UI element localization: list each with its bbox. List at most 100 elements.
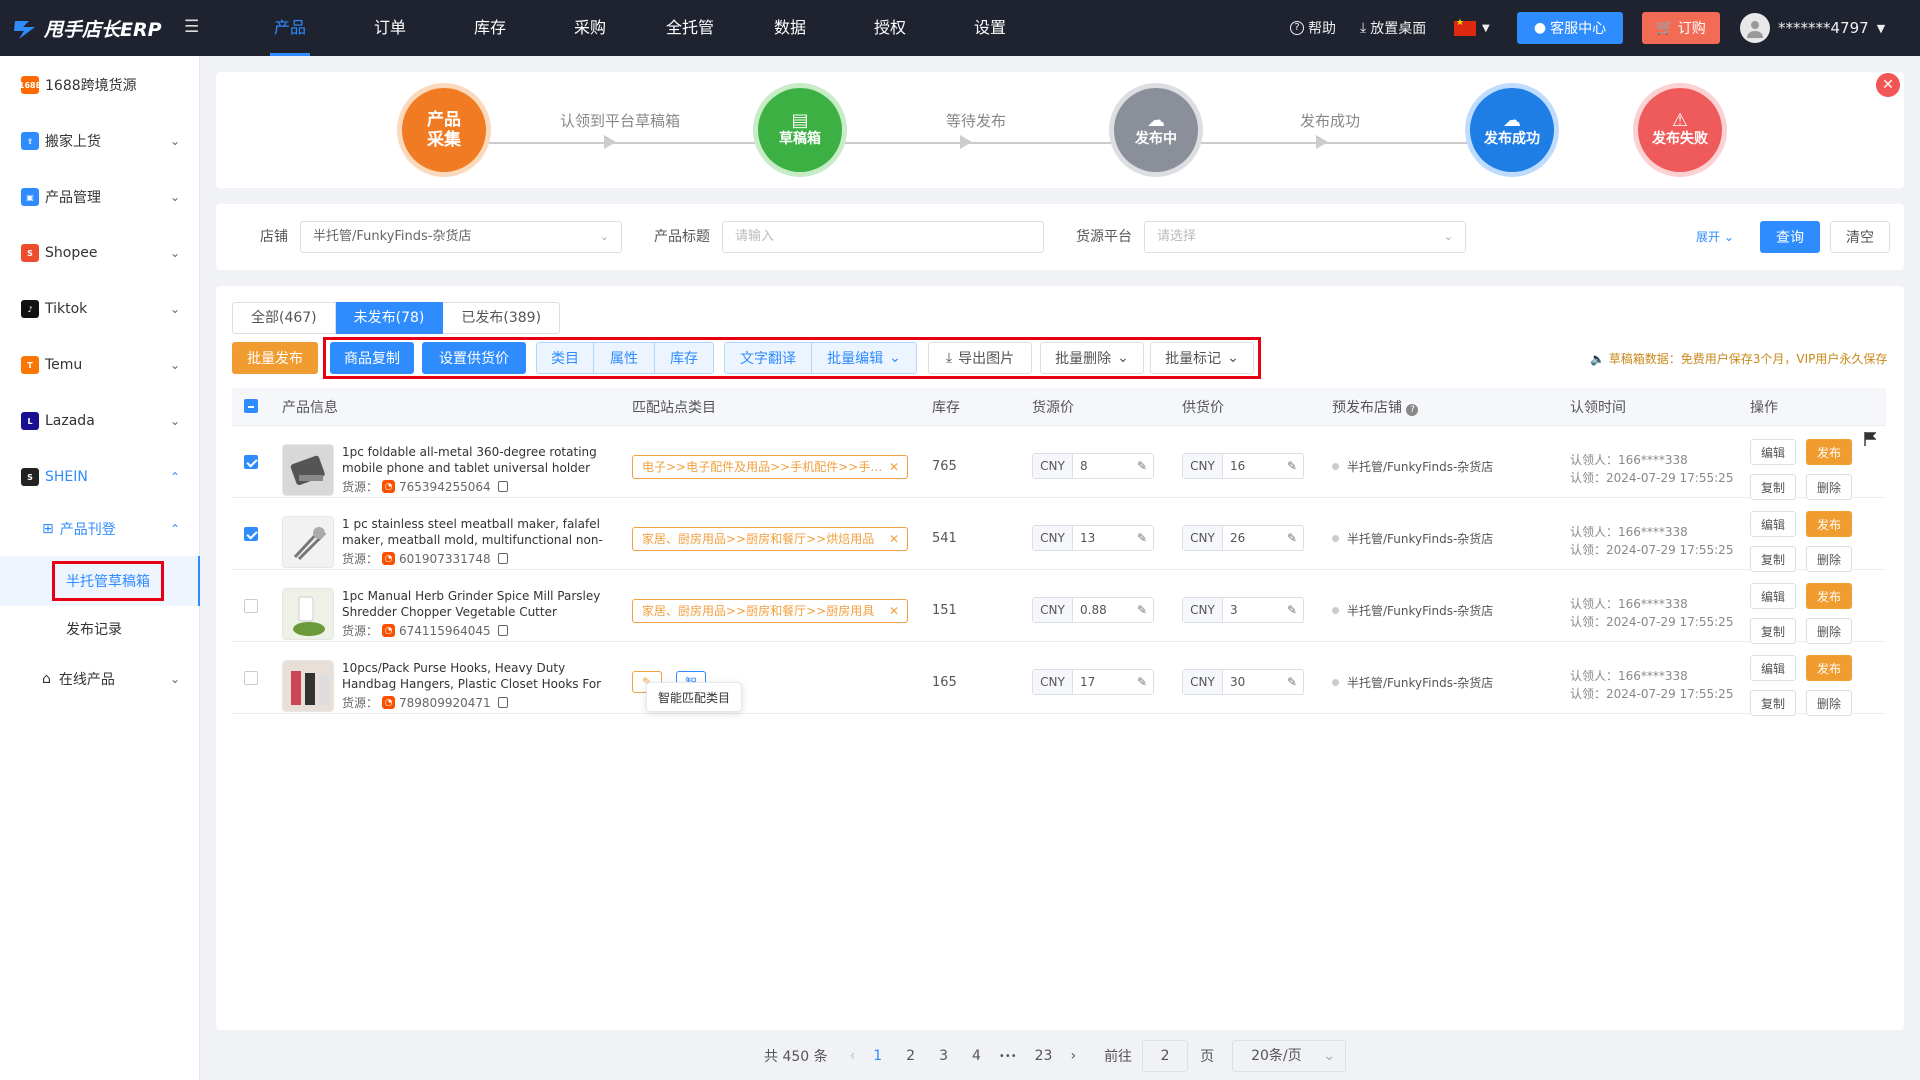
edit-button[interactable]: 编辑 — [1750, 511, 1796, 537]
edit-button[interactable]: 编辑 — [1750, 655, 1796, 681]
source-price-field[interactable]: CNY 8 ✎ — [1032, 453, 1154, 479]
supply-price-field[interactable]: CNY 16 ✎ — [1182, 453, 1304, 479]
edit-icon[interactable]: ✎ — [1137, 603, 1153, 617]
copy-icon[interactable] — [497, 625, 508, 636]
nav-data[interactable]: 数据 — [740, 0, 840, 56]
batch-publish-button[interactable]: 批量发布 — [232, 342, 318, 374]
next-page-icon[interactable]: › — [1070, 1048, 1076, 1064]
category-tag[interactable]: 电子>>电子配件及用品>>手机配件>>手机支架 ✕ — [632, 455, 908, 479]
sidebar-item-temu[interactable]: T Temu ⌄ — [0, 342, 200, 388]
nav-product[interactable]: 产品 — [240, 0, 340, 56]
product-thumbnail[interactable] — [282, 660, 334, 712]
clear-button[interactable]: 清空 — [1830, 221, 1890, 253]
source-price-field[interactable]: CNY 13 ✎ — [1032, 525, 1154, 551]
language-select[interactable]: ▼ — [1454, 0, 1490, 56]
nav-auth[interactable]: 授权 — [840, 0, 940, 56]
copy-icon[interactable] — [497, 553, 508, 564]
app-logo[interactable]: 甩手店长ERP — [12, 15, 162, 42]
edit-icon[interactable]: ✎ — [1137, 675, 1153, 689]
close-icon[interactable]: ✕ — [1876, 73, 1900, 97]
supply-price-field[interactable]: CNY 30 ✎ — [1182, 669, 1304, 695]
category-tag[interactable]: 家居、厨房用品>>厨房和餐厅>>厨房用具 ✕ — [632, 599, 908, 623]
product-name[interactable]: 1pc Manual Herb Grinder Spice Mill Parsl… — [342, 588, 612, 620]
sidebar-item-listing[interactable]: ⊞ 产品刊登 ⌃ — [0, 506, 200, 552]
row-checkbox[interactable] — [244, 527, 258, 541]
close-icon[interactable]: ✕ — [889, 600, 899, 622]
nav-inventory[interactable]: 库存 — [440, 0, 540, 56]
query-button[interactable]: 查询 — [1760, 221, 1820, 253]
sidebar-item-lazada[interactable]: L Lazada ⌄ — [0, 398, 200, 444]
edit-icon[interactable]: ✎ — [1287, 603, 1303, 617]
product-name[interactable]: 1pc foldable all-metal 360-degree rotati… — [342, 444, 612, 476]
sidebar-item-draft-box[interactable]: 半托管草稿箱 — [52, 561, 164, 601]
step-draft[interactable]: ▤ 草稿箱 — [758, 88, 842, 172]
product-name[interactable]: 1 pc stainless steel meatball maker, fal… — [342, 516, 612, 548]
sidebar-item-move[interactable]: ⇪ 搬家上货 ⌄ — [0, 118, 200, 164]
supply-price-field[interactable]: CNY 26 ✎ — [1182, 525, 1304, 551]
sidebar-item-1688[interactable]: 1688 1688跨境货源 — [0, 62, 200, 108]
sidebar-item-record[interactable]: 发布记录 — [0, 606, 200, 652]
nav-full-managed[interactable]: 全托管 — [640, 0, 740, 56]
delete-button[interactable]: 删除 — [1806, 690, 1852, 716]
help-link[interactable]: ? 帮助 — [1290, 0, 1336, 56]
prev-page-icon[interactable]: ‹ — [850, 1048, 856, 1064]
tab-unpublished[interactable]: 未发布(78) — [335, 302, 444, 334]
title-input[interactable]: 请输入 — [722, 221, 1044, 253]
sidebar-item-shein[interactable]: S SHEIN ⌃ — [0, 454, 200, 500]
publish-button[interactable]: 发布 — [1806, 511, 1852, 537]
sidebar-item-online[interactable]: ⌂ 在线产品 ⌄ — [0, 656, 200, 702]
flag-icon[interactable] — [1864, 432, 1877, 446]
source-price-field[interactable]: CNY 0.88 ✎ — [1032, 597, 1154, 623]
copy-button[interactable]: 复制 — [1750, 546, 1796, 572]
user-menu[interactable]: *******4797 ▼ — [1740, 0, 1885, 56]
select-all-checkbox[interactable] — [244, 399, 258, 413]
product-name[interactable]: 10pcs/Pack Purse Hooks, Heavy Duty Handb… — [342, 660, 612, 692]
page-4[interactable]: 4 — [972, 1048, 981, 1064]
tab-published[interactable]: 已发布(389) — [443, 302, 561, 334]
page-size-select[interactable]: 20条/页 ⌄ — [1232, 1040, 1347, 1072]
product-thumbnail[interactable] — [282, 444, 334, 496]
supply-price-field[interactable]: CNY 3 ✎ — [1182, 597, 1304, 623]
delete-button[interactable]: 删除 — [1806, 618, 1852, 644]
page-2[interactable]: 2 — [906, 1048, 915, 1064]
edit-icon[interactable]: ✎ — [1287, 531, 1303, 545]
nav-settings[interactable]: 设置 — [940, 0, 1040, 56]
platform-select[interactable]: 请选择 ⌄ — [1144, 221, 1466, 253]
close-icon[interactable]: ✕ — [889, 456, 899, 478]
tab-all[interactable]: 全部(467) — [232, 302, 336, 334]
page-more[interactable]: ••• — [999, 1051, 1017, 1062]
edit-icon[interactable]: ✎ — [1287, 675, 1303, 689]
copy-button[interactable]: 复制 — [1750, 618, 1796, 644]
copy-button[interactable]: 复制 — [1750, 474, 1796, 500]
desktop-link[interactable]: ⤓ 放置桌面 — [1360, 0, 1426, 56]
order-button[interactable]: 🛒 订购 — [1642, 12, 1720, 44]
edit-button[interactable]: 编辑 — [1750, 439, 1796, 465]
page-3[interactable]: 3 — [939, 1048, 948, 1064]
copy-button[interactable]: 复制 — [1750, 690, 1796, 716]
step-publishing[interactable]: ☁ 发布中 — [1114, 88, 1198, 172]
edit-button[interactable]: 编辑 — [1750, 583, 1796, 609]
source-price-field[interactable]: CNY 17 ✎ — [1032, 669, 1154, 695]
sidebar-item-shopee[interactable]: S Shopee ⌄ — [0, 230, 200, 276]
delete-button[interactable]: 删除 — [1806, 546, 1852, 572]
product-thumbnail[interactable] — [282, 516, 334, 568]
product-thumbnail[interactable] — [282, 588, 334, 640]
service-center-button[interactable]: ● 客服中心 — [1517, 12, 1623, 44]
row-checkbox[interactable] — [244, 599, 258, 613]
store-select[interactable]: 半托管/FunkyFinds-杂货店 ⌄ — [300, 221, 622, 253]
nav-purchase[interactable]: 采购 — [540, 0, 640, 56]
row-checkbox[interactable] — [244, 455, 258, 469]
menu-toggle-icon[interactable]: ☰ — [184, 17, 199, 37]
publish-button[interactable]: 发布 — [1806, 439, 1852, 465]
nav-order[interactable]: 订单 — [340, 0, 440, 56]
sidebar-item-tiktok[interactable]: ♪ Tiktok ⌄ — [0, 286, 200, 332]
publish-button[interactable]: 发布 — [1806, 583, 1852, 609]
edit-icon[interactable]: ✎ — [1137, 531, 1153, 545]
page-23[interactable]: 23 — [1035, 1048, 1053, 1064]
step-success[interactable]: ☁ 发布成功 — [1470, 88, 1554, 172]
category-tag[interactable]: 家居、厨房用品>>厨房和餐厅>>烘焙用品 ✕ — [632, 527, 908, 551]
step-failed[interactable]: ⚠ 发布失败 — [1638, 88, 1722, 172]
copy-icon[interactable] — [497, 697, 508, 708]
goto-input[interactable]: 2 — [1142, 1040, 1189, 1072]
row-checkbox[interactable] — [244, 671, 258, 685]
